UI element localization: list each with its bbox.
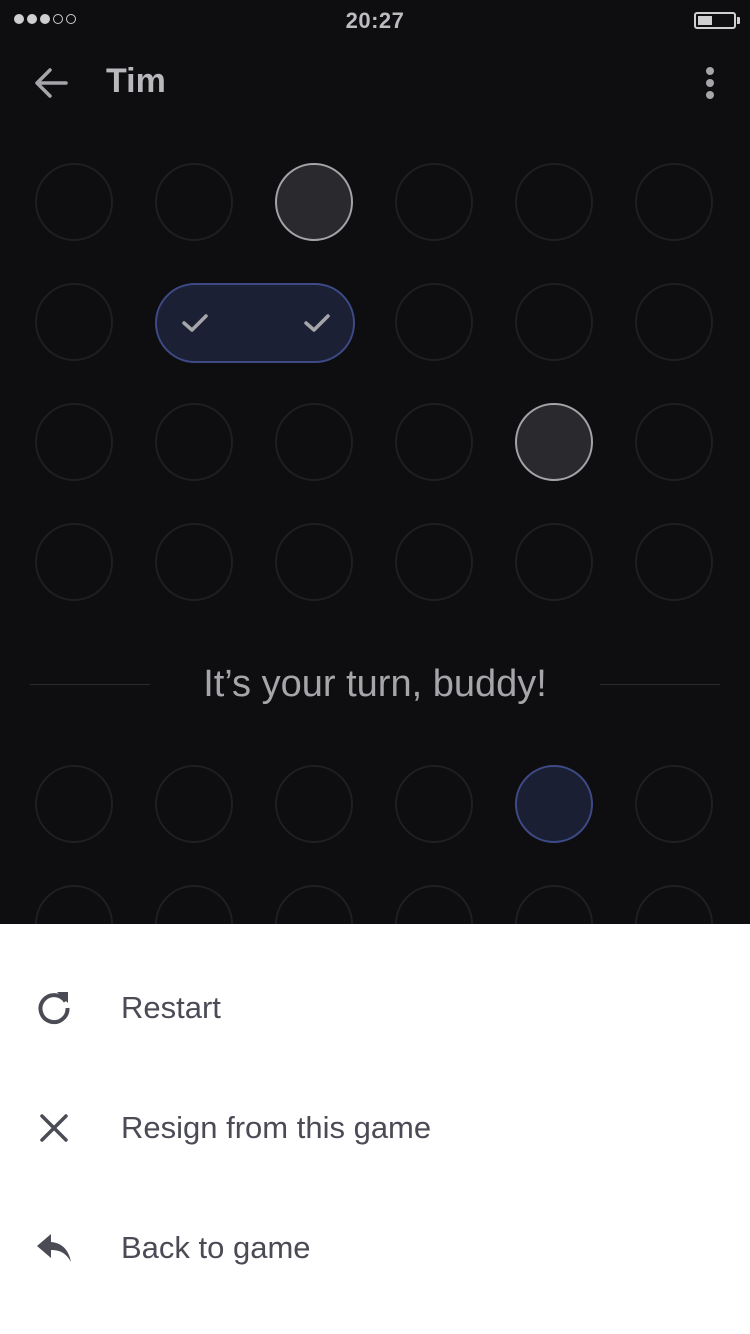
board-cell[interactable]: [35, 765, 113, 843]
board-cell[interactable]: [515, 163, 593, 241]
resign-button[interactable]: Resign from this game: [0, 1068, 750, 1188]
board-cell[interactable]: [395, 523, 473, 601]
more-vertical-icon: [706, 67, 714, 99]
board-cell[interactable]: [35, 283, 113, 361]
opponent-name: Tim: [106, 62, 166, 100]
turn-indicator: It’s your turn, buddy!: [0, 656, 750, 712]
restart-icon: [30, 984, 78, 1032]
reply-icon: [30, 1224, 78, 1272]
status-time: 20:27: [345, 8, 405, 33]
close-icon: [30, 1104, 78, 1152]
board-cell[interactable]: [155, 765, 233, 843]
board-cell[interactable]: [395, 403, 473, 481]
divider: [600, 684, 720, 685]
blue-piece[interactable]: [515, 765, 593, 843]
check-icon: [182, 314, 208, 332]
grey-piece[interactable]: [275, 163, 353, 241]
arrow-left-icon: [35, 68, 68, 98]
board-cell[interactable]: [635, 283, 713, 361]
board-cell[interactable]: [275, 403, 353, 481]
bottom-sheet-menu: Restart Resign from this game Back to ga…: [0, 924, 750, 1334]
board-cell[interactable]: [35, 403, 113, 481]
menu-item-label: Restart: [121, 990, 221, 1025]
check-icon: [304, 314, 330, 332]
board-cell[interactable]: [515, 283, 593, 361]
game-screen: 20:27 Tim It’s your turn, buddy! Restart…: [0, 0, 750, 1334]
board-cell[interactable]: [155, 403, 233, 481]
board-cell[interactable]: [635, 403, 713, 481]
board-cell[interactable]: [275, 523, 353, 601]
restart-button[interactable]: Restart: [0, 948, 750, 1068]
top-bar: Tim: [0, 48, 750, 118]
menu-item-label: Resign from this game: [121, 1110, 432, 1145]
board-cell[interactable]: [635, 163, 713, 241]
board-cell[interactable]: [155, 523, 233, 601]
board-cell[interactable]: [635, 523, 713, 601]
board-cell[interactable]: [35, 523, 113, 601]
board-cell[interactable]: [395, 765, 473, 843]
game-board: [0, 0, 750, 963]
grey-piece[interactable]: [515, 403, 593, 481]
battery-icon: [694, 12, 740, 29]
board-cell[interactable]: [155, 163, 233, 241]
board-cell[interactable]: [395, 283, 473, 361]
back-button[interactable]: [26, 58, 76, 108]
back-to-game-button[interactable]: Back to game: [0, 1188, 750, 1308]
board-cell[interactable]: [515, 523, 593, 601]
status-bar: 20:27: [0, 0, 750, 40]
board-cell[interactable]: [635, 765, 713, 843]
board-cell[interactable]: [35, 163, 113, 241]
connected-pair[interactable]: [155, 283, 355, 363]
more-options-button[interactable]: [690, 58, 730, 108]
board-cell[interactable]: [395, 163, 473, 241]
menu-item-label: Back to game: [121, 1230, 311, 1265]
battery-level: [698, 16, 712, 25]
board-cell[interactable]: [275, 765, 353, 843]
